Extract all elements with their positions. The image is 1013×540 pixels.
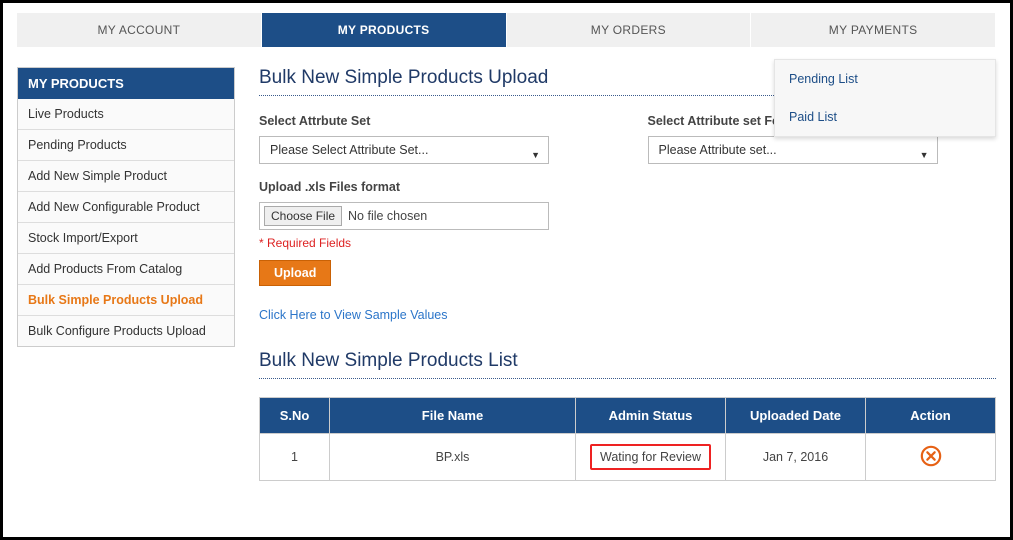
- sidebar-item-bulk-simple-upload[interactable]: Bulk Simple Products Upload: [18, 285, 234, 316]
- sidebar: MY PRODUCTS Live Products Pending Produc…: [17, 67, 235, 347]
- tab-my-products[interactable]: MY PRODUCTS: [262, 13, 507, 47]
- th-status: Admin Status: [576, 398, 726, 434]
- delete-icon[interactable]: [920, 456, 942, 470]
- payments-dropdown: Pending List Paid List: [774, 59, 996, 137]
- cell-status: Wating for Review: [576, 434, 726, 481]
- cell-sno: 1: [260, 434, 330, 481]
- cell-date: Jan 7, 2016: [726, 434, 866, 481]
- cell-filename: BP.xls: [330, 434, 576, 481]
- sample-csv-select[interactable]: Please Attribute set...: [648, 136, 938, 164]
- choose-file-button[interactable]: Choose File: [264, 206, 342, 226]
- sidebar-header: MY PRODUCTS: [18, 68, 234, 99]
- attribute-set-label: Select Attrbute Set: [259, 114, 608, 128]
- sidebar-item-add-new-simple[interactable]: Add New Simple Product: [18, 161, 234, 192]
- sidebar-item-pending-products[interactable]: Pending Products: [18, 130, 234, 161]
- upload-label: Upload .xls Files format: [259, 180, 996, 194]
- dropdown-item-pending-list[interactable]: Pending List: [775, 60, 995, 98]
- th-date: Uploaded Date: [726, 398, 866, 434]
- table-row: 1 BP.xls Wating for Review Jan 7, 2016: [260, 434, 996, 481]
- divider: [259, 378, 996, 379]
- tab-my-account[interactable]: MY ACCOUNT: [17, 13, 262, 47]
- attribute-set-select[interactable]: Please Select Attribute Set...: [259, 136, 549, 164]
- th-sno: S.No: [260, 398, 330, 434]
- status-badge: Wating for Review: [590, 444, 711, 470]
- file-input[interactable]: Choose File No file chosen: [259, 202, 549, 230]
- th-filename: File Name: [330, 398, 576, 434]
- sidebar-item-stock-import-export[interactable]: Stock Import/Export: [18, 223, 234, 254]
- uploads-table: S.No File Name Admin Status Uploaded Dat…: [259, 397, 996, 481]
- sidebar-item-add-new-configurable[interactable]: Add New Configurable Product: [18, 192, 234, 223]
- sidebar-item-bulk-configure-upload[interactable]: Bulk Configure Products Upload: [18, 316, 234, 346]
- dropdown-item-paid-list[interactable]: Paid List: [775, 98, 995, 136]
- tab-my-payments[interactable]: MY PAYMENTS: [751, 13, 996, 47]
- tab-my-orders[interactable]: MY ORDERS: [507, 13, 752, 47]
- required-fields-note: * Required Fields: [259, 236, 996, 250]
- th-action: Action: [866, 398, 996, 434]
- sidebar-item-live-products[interactable]: Live Products: [18, 99, 234, 130]
- cell-action: [866, 434, 996, 481]
- sidebar-item-add-from-catalog[interactable]: Add Products From Catalog: [18, 254, 234, 285]
- top-nav: MY ACCOUNT MY PRODUCTS MY ORDERS MY PAYM…: [17, 13, 996, 47]
- list-title: Bulk New Simple Products List: [259, 350, 996, 372]
- file-chosen-text: No file chosen: [348, 209, 427, 223]
- upload-button[interactable]: Upload: [259, 260, 331, 286]
- sample-values-link[interactable]: Click Here to View Sample Values: [259, 308, 448, 322]
